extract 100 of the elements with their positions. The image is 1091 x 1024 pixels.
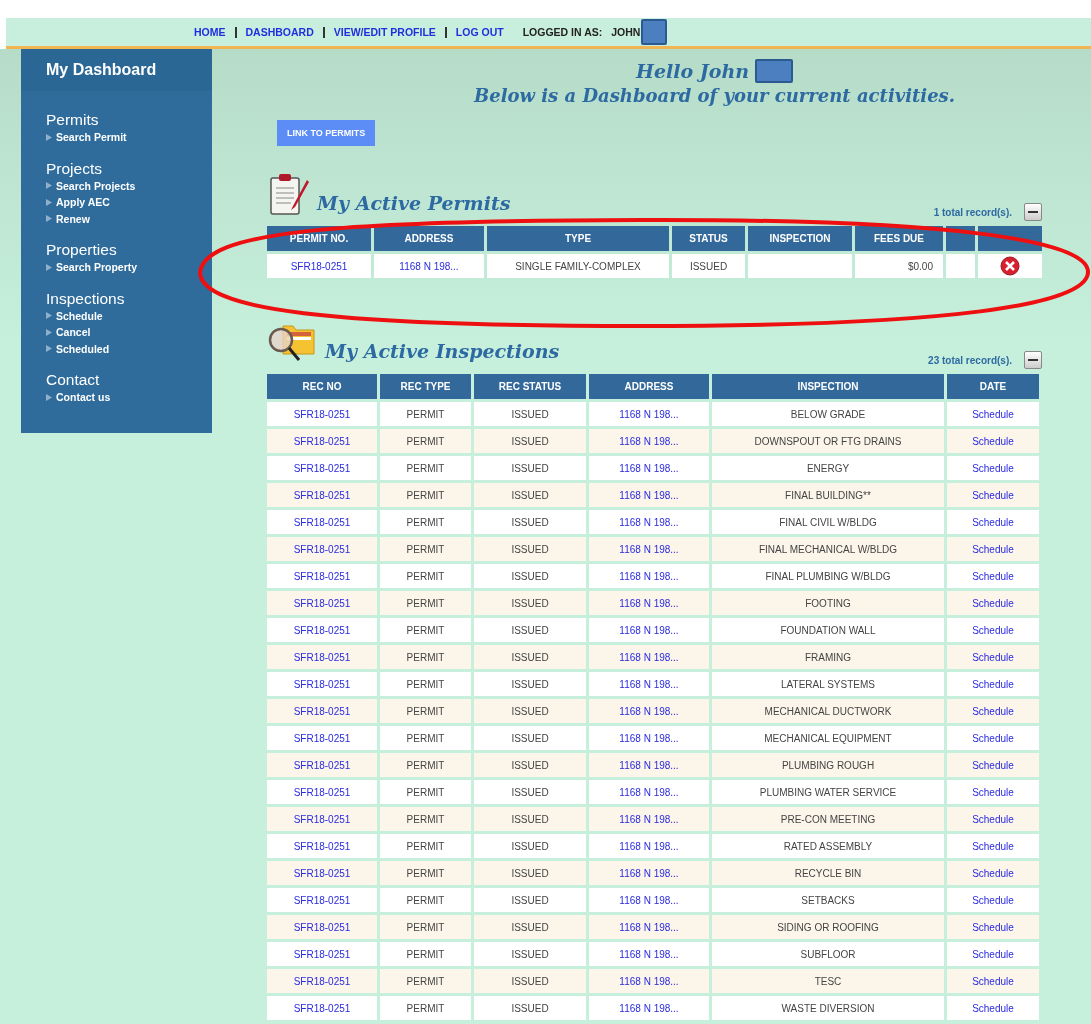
address-link[interactable]: 1168 N 198... bbox=[619, 813, 679, 825]
column-header: REC STATUS bbox=[474, 374, 586, 399]
sidebar-link[interactable]: Cancel bbox=[46, 324, 212, 341]
schedule-link[interactable]: Schedule bbox=[972, 597, 1014, 609]
record-link[interactable]: SFR18-0251 bbox=[293, 705, 351, 717]
schedule-link[interactable]: Schedule bbox=[972, 435, 1014, 447]
address-link[interactable]: 1168 N 198... bbox=[619, 894, 679, 906]
record-link[interactable]: SFR18-0251 bbox=[293, 543, 351, 555]
greeting-text: Hello John bbox=[635, 60, 750, 82]
schedule-link[interactable]: Schedule bbox=[972, 678, 1014, 690]
schedule-link[interactable]: Schedule bbox=[972, 651, 1014, 663]
record-link[interactable]: SFR18-0251 bbox=[293, 894, 351, 906]
schedule-link[interactable]: Schedule bbox=[972, 921, 1014, 933]
record-link[interactable]: SFR18-0251 bbox=[293, 624, 351, 636]
address-link[interactable]: 1168 N 198... bbox=[619, 624, 679, 636]
record-link[interactable]: SFR18-0251 bbox=[293, 516, 351, 528]
address-link[interactable]: 1168 N 198... bbox=[619, 975, 679, 987]
collapse-button[interactable] bbox=[1024, 351, 1042, 369]
sidebar-link[interactable]: Schedule bbox=[46, 307, 212, 324]
record-link[interactable]: SFR18-0251 bbox=[293, 759, 351, 771]
record-link[interactable]: SFR18-0251 bbox=[293, 489, 351, 501]
record-link[interactable]: SFR18-0251 bbox=[293, 651, 351, 663]
address-link[interactable]: 1168 N 198... bbox=[619, 462, 679, 474]
address-link[interactable]: 1168 N 198... bbox=[619, 597, 679, 609]
user-name: JOHN bbox=[611, 26, 641, 38]
address-link[interactable]: 1168 N 198... bbox=[619, 651, 679, 663]
address-link[interactable]: 1168 N 198... bbox=[619, 1002, 679, 1014]
address-link[interactable]: 1168 N 198... bbox=[619, 786, 679, 798]
collapse-button[interactable] bbox=[1024, 203, 1042, 221]
schedule-link[interactable]: Schedule bbox=[972, 867, 1014, 879]
record-link[interactable]: SFR18-0251 bbox=[293, 597, 351, 609]
address-link[interactable]: 1168 N 198... bbox=[619, 840, 679, 852]
table-cell: SINGLE FAMILY-COMPLEX bbox=[487, 254, 669, 278]
record-link[interactable]: SFR18-0251 bbox=[293, 435, 351, 447]
sidebar-heading: Properties bbox=[46, 241, 118, 259]
address-link[interactable]: 1168 N 198... bbox=[619, 489, 679, 501]
record-link[interactable]: SFR18-0251 bbox=[293, 462, 351, 474]
schedule-link[interactable]: Schedule bbox=[972, 732, 1014, 744]
sidebar-link[interactable]: Contact us bbox=[46, 389, 212, 406]
sidebar-heading: Contact bbox=[46, 371, 101, 389]
record-link[interactable]: SFR18-0251 bbox=[293, 948, 351, 960]
table-cell: $0.00 bbox=[855, 254, 943, 278]
schedule-link[interactable]: Schedule bbox=[972, 489, 1014, 501]
record-link[interactable]: SFR18-0251 bbox=[293, 1002, 351, 1014]
nav-link[interactable]: DASHBOARD bbox=[245, 26, 314, 38]
address-link[interactable]: 1168 N 198... bbox=[619, 732, 679, 744]
table-cell: PERMIT bbox=[380, 861, 471, 885]
address-link[interactable]: 1168 N 198... bbox=[619, 921, 679, 933]
address-link[interactable]: 1168 N 198... bbox=[399, 260, 459, 272]
nav-link[interactable]: VIEW/EDIT PROFILE bbox=[333, 26, 436, 38]
schedule-link[interactable]: Schedule bbox=[972, 894, 1014, 906]
schedule-link[interactable]: Schedule bbox=[972, 705, 1014, 717]
address-link[interactable]: 1168 N 198... bbox=[619, 948, 679, 960]
schedule-link[interactable]: Schedule bbox=[972, 786, 1014, 798]
address-link[interactable]: 1168 N 198... bbox=[619, 435, 679, 447]
table-cell: ENERGY bbox=[712, 456, 944, 480]
record-link[interactable]: SFR18-0251 bbox=[293, 786, 351, 798]
schedule-link[interactable]: Schedule bbox=[972, 948, 1014, 960]
schedule-link[interactable]: Schedule bbox=[972, 543, 1014, 555]
column-header: DATE bbox=[947, 374, 1039, 399]
section-title: My Active Inspections bbox=[325, 340, 560, 362]
delete-icon[interactable] bbox=[1000, 256, 1020, 276]
record-link[interactable]: SFR18-0251 bbox=[293, 732, 351, 744]
address-link[interactable]: 1168 N 198... bbox=[619, 543, 679, 555]
address-link[interactable]: 1168 N 198... bbox=[619, 570, 679, 582]
table-cell: FINAL PLUMBING W/BLDG bbox=[712, 564, 944, 588]
address-link[interactable]: 1168 N 198... bbox=[619, 408, 679, 420]
schedule-link[interactable]: Schedule bbox=[972, 624, 1014, 636]
schedule-link[interactable]: Schedule bbox=[972, 516, 1014, 528]
greeting-subtitle: Below is a Dashboard of your current activities. bbox=[473, 85, 956, 106]
record-link[interactable]: SFR18-0251 bbox=[293, 867, 351, 879]
address-link[interactable]: 1168 N 198... bbox=[619, 516, 679, 528]
schedule-link[interactable]: Schedule bbox=[972, 462, 1014, 474]
record-link[interactable]: SFR18-0251 bbox=[293, 408, 351, 420]
sidebar-link[interactable]: Search Projects bbox=[46, 177, 212, 194]
address-link[interactable]: 1168 N 198... bbox=[619, 705, 679, 717]
sidebar-link[interactable]: Search Property bbox=[46, 259, 212, 276]
record-link[interactable]: SFR18-0251 bbox=[293, 975, 351, 987]
schedule-link[interactable]: Schedule bbox=[972, 813, 1014, 825]
sidebar-link[interactable]: Apply AEC bbox=[46, 194, 212, 211]
schedule-link[interactable]: Schedule bbox=[972, 759, 1014, 771]
address-link[interactable]: 1168 N 198... bbox=[619, 867, 679, 879]
record-link[interactable]: SFR18-0251 bbox=[293, 921, 351, 933]
sidebar-link[interactable]: Search Permit bbox=[46, 129, 212, 146]
nav-link[interactable]: LOG OUT bbox=[455, 26, 504, 38]
schedule-link[interactable]: Schedule bbox=[972, 408, 1014, 420]
sidebar-link[interactable]: Renew bbox=[46, 210, 212, 227]
address-link[interactable]: 1168 N 198... bbox=[619, 678, 679, 690]
record-link[interactable]: SFR18-0251 bbox=[293, 570, 351, 582]
schedule-link[interactable]: Schedule bbox=[972, 840, 1014, 852]
record-link[interactable]: SFR18-0251 bbox=[293, 678, 351, 690]
record-link[interactable]: SFR18-0251 bbox=[293, 840, 351, 852]
record-link[interactable]: SFR18-0251 bbox=[293, 813, 351, 825]
nav-link[interactable]: HOME bbox=[194, 26, 226, 38]
permit-link[interactable]: SFR18-0251 bbox=[290, 260, 348, 272]
address-link[interactable]: 1168 N 198... bbox=[619, 759, 679, 771]
sidebar-link[interactable]: Scheduled bbox=[46, 340, 212, 357]
schedule-link[interactable]: Schedule bbox=[972, 975, 1014, 987]
schedule-link[interactable]: Schedule bbox=[972, 570, 1014, 582]
schedule-link[interactable]: Schedule bbox=[972, 1002, 1014, 1014]
